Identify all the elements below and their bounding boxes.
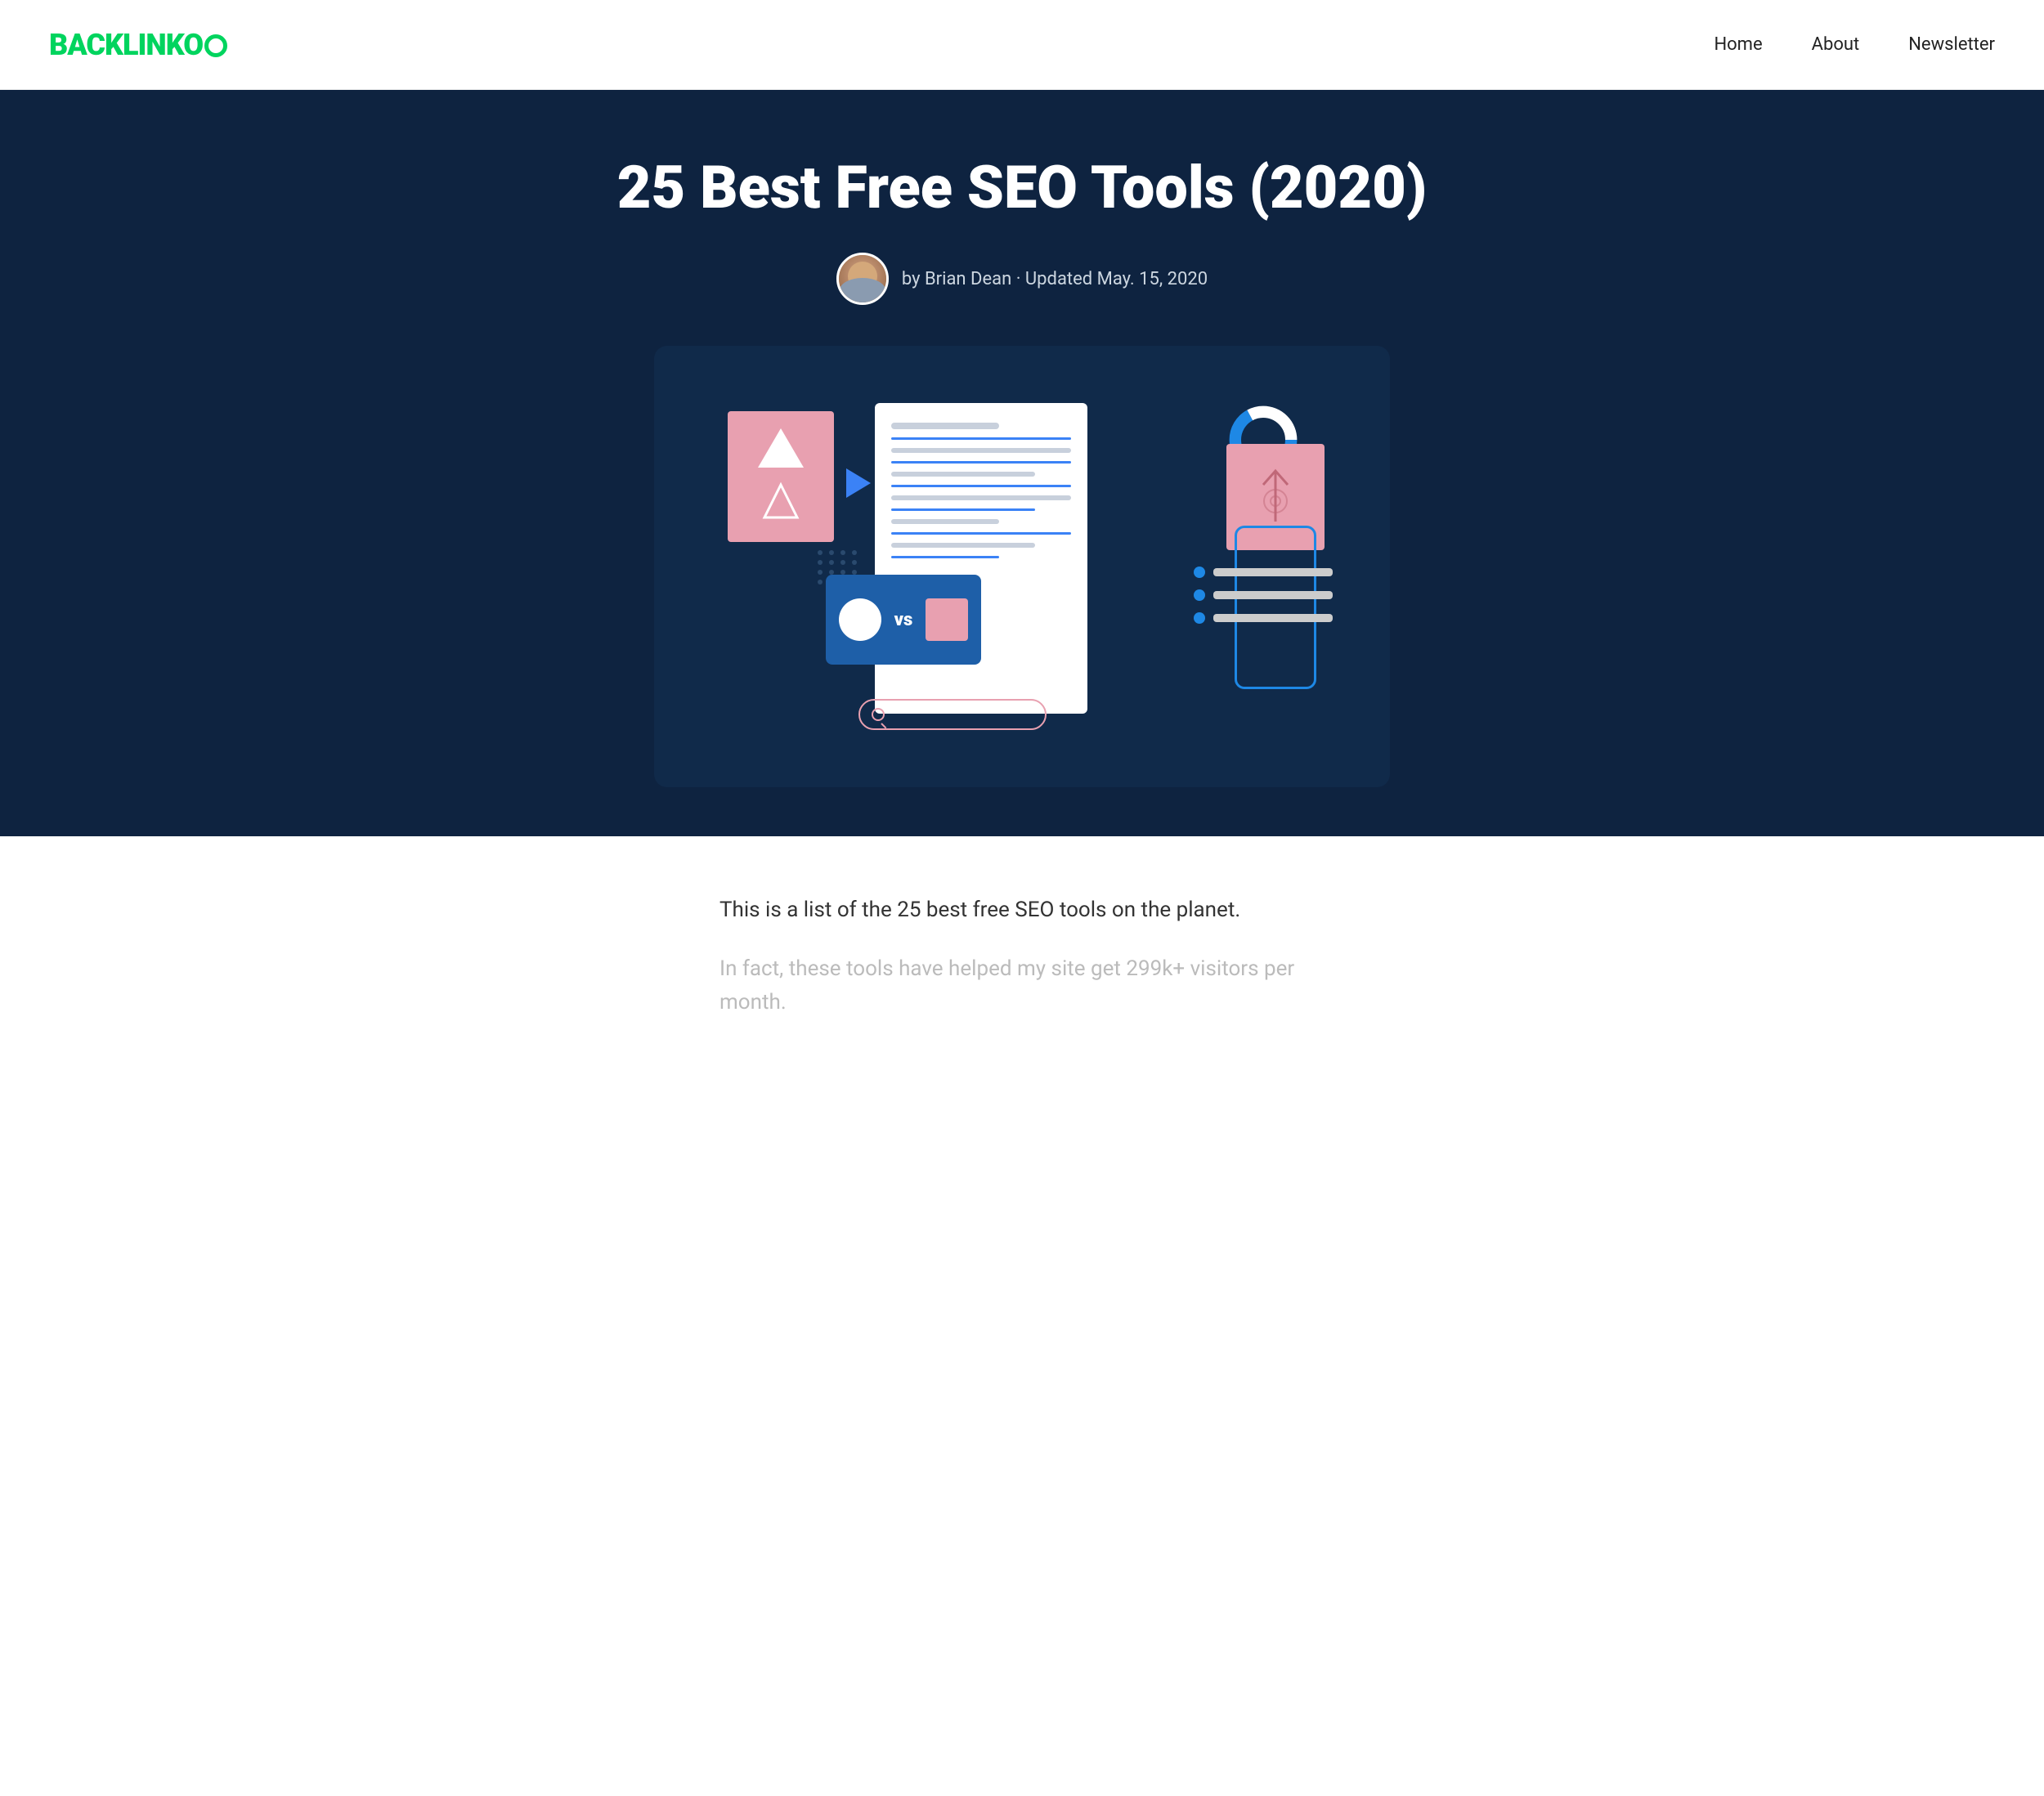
illustration-canvas: vs (695, 395, 1349, 738)
main-nav: Home About Newsletter (1714, 34, 1995, 55)
illustration-list (1194, 567, 1333, 624)
arrow-up-icon (1251, 464, 1300, 530)
triangle-up-icon (758, 428, 804, 468)
faded-paragraph: In fact, these tools have helped my site… (719, 952, 1325, 1020)
logo[interactable]: BACKLINKO (49, 28, 227, 62)
logo-circle-icon (204, 34, 227, 57)
list-item (1194, 612, 1333, 624)
hero-section: 25 Best Free SEO Tools (2020) by Brian D… (0, 90, 2044, 836)
pink-square-icon (926, 598, 968, 641)
vs-label: vs (894, 610, 913, 630)
avatar (836, 253, 889, 305)
page-title: 25 Best Free SEO Tools (2020) (49, 155, 1995, 220)
intro-paragraph: This is a list of the 25 best free SEO t… (719, 894, 1325, 928)
nav-newsletter[interactable]: Newsletter (1908, 34, 1995, 55)
list-item (1194, 589, 1333, 601)
illustration-vs-card: vs (826, 575, 981, 665)
content-section: This is a list of the 25 best free SEO t… (670, 836, 1374, 1053)
illustration-pink-card-left (728, 411, 834, 542)
logo-text: BACKLINKO (49, 28, 203, 62)
nav-home[interactable]: Home (1714, 34, 1762, 55)
author-byline: by Brian Dean · Updated May. 15, 2020 (902, 269, 1208, 289)
nav-about[interactable]: About (1812, 34, 1860, 55)
hero-illustration: vs (654, 346, 1390, 787)
illustration-search-bar (858, 699, 1047, 730)
avatar-image (839, 255, 886, 302)
search-icon (872, 708, 885, 721)
triangle-down-icon (760, 481, 801, 525)
list-item (1194, 567, 1333, 578)
circle-white-icon (839, 598, 881, 641)
site-header: BACKLINKO Home About Newsletter (0, 0, 2044, 90)
arrow-icon (846, 468, 871, 498)
author-info: by Brian Dean · Updated May. 15, 2020 (49, 253, 1995, 305)
illustration-doc-card (875, 403, 1087, 714)
